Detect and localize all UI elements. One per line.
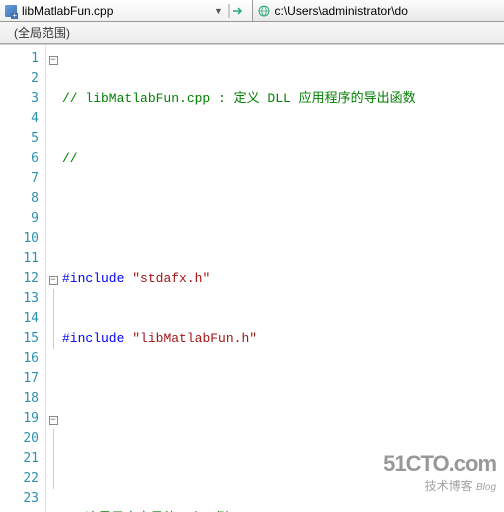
line-number: 13 <box>0 289 39 309</box>
line-number: 20 <box>0 429 39 449</box>
line-number: 23 <box>0 489 39 509</box>
comment: // <box>62 151 78 166</box>
string: "stdafx.h" <box>132 271 210 286</box>
fold-toggle-icon[interactable]: − <box>49 276 58 285</box>
fold-toggle-icon[interactable]: − <box>49 416 58 425</box>
code-editor[interactable]: 1234567891011121314151617181920212223 −−… <box>0 44 504 512</box>
line-number: 18 <box>0 389 39 409</box>
scope-bar[interactable]: (全局范围) <box>0 22 504 44</box>
line-number: 22 <box>0 469 39 489</box>
preproc: #include <box>62 331 124 346</box>
blank-line <box>62 449 504 469</box>
navigate-forward-icon[interactable] <box>232 5 244 17</box>
line-number: 4 <box>0 109 39 129</box>
toolbar: libMatlabFun.cpp ▼ c:\Users\administrato… <box>0 0 504 22</box>
line-number: 19 <box>0 409 39 429</box>
line-number: 3 <box>0 89 39 109</box>
line-number-gutter: 1234567891011121314151617181920212223 <box>0 45 46 512</box>
fold-toggle-icon[interactable]: − <box>49 56 58 65</box>
string: "libMatlabFun.h" <box>132 331 257 346</box>
line-number: 16 <box>0 349 39 369</box>
navigation-dropdown[interactable]: c:\Users\administrator\do <box>253 0 504 21</box>
code-area[interactable]: // libMatlabFun.cpp : 定义 DLL 应用程序的导出函数 /… <box>60 45 504 512</box>
scope-label: (全局范围) <box>14 24 70 41</box>
divider <box>228 4 230 18</box>
global-scope-icon <box>257 4 271 18</box>
blank-line <box>62 389 504 409</box>
line-number: 10 <box>0 229 39 249</box>
line-number: 14 <box>0 309 39 329</box>
file-dropdown[interactable]: libMatlabFun.cpp ▼ <box>0 0 253 21</box>
comment: // libMatlabFun.cpp : 定义 DLL 应用程序的导出函数 <box>62 91 416 106</box>
line-number: 9 <box>0 209 39 229</box>
fold-gutter[interactable]: − − − <box>46 45 60 512</box>
line-number: 7 <box>0 169 39 189</box>
line-number: 1 <box>0 49 39 69</box>
line-number: 8 <box>0 189 39 209</box>
dropdown-arrow-icon: ▼ <box>212 6 226 16</box>
line-number: 2 <box>0 69 39 89</box>
line-number: 17 <box>0 369 39 389</box>
line-number: 15 <box>0 329 39 349</box>
line-number: 12 <box>0 269 39 289</box>
cpp-file-icon <box>4 4 18 18</box>
preproc: #include <box>62 271 124 286</box>
line-number: 11 <box>0 249 39 269</box>
line-number: 21 <box>0 449 39 469</box>
file-name: libMatlabFun.cpp <box>22 4 212 18</box>
line-number: 6 <box>0 149 39 169</box>
nav-path: c:\Users\administrator\do <box>275 4 501 18</box>
line-number: 5 <box>0 129 39 149</box>
blank-line <box>62 209 504 229</box>
